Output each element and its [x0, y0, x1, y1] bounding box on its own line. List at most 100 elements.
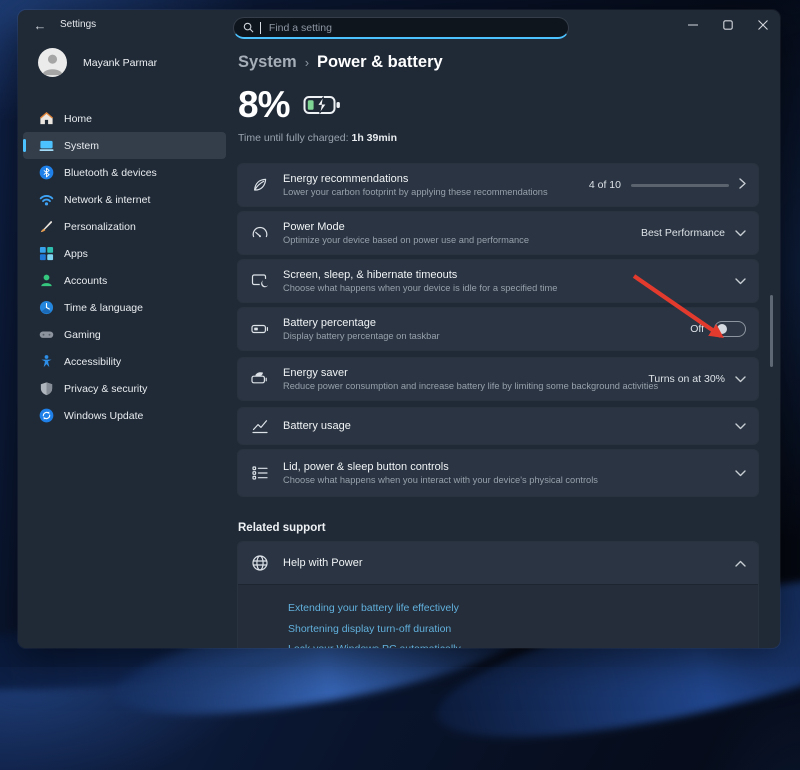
leaf-icon — [250, 175, 270, 195]
recommendations-count: 4 of 10 — [589, 179, 621, 191]
sidebar-item-label: Accessibility — [64, 356, 121, 368]
main-content: System › Power & battery 8% Time until f… — [238, 40, 758, 648]
chevron-up-icon — [735, 554, 746, 572]
card-power-mode[interactable]: Power Mode Optimize your device based on… — [238, 212, 758, 254]
card-subtitle: Reduce power consumption and increase ba… — [283, 381, 658, 391]
sidebar-item-label: Personalization — [64, 221, 136, 233]
card-subtitle: Choose what happens when you interact wi… — [283, 475, 598, 485]
related-support-heading: Related support — [238, 522, 758, 534]
support-link[interactable]: Extending your battery life effectively — [288, 603, 758, 614]
back-arrow-icon: ← — [34, 18, 47, 33]
back-button[interactable]: ← — [28, 15, 52, 35]
help-with-power-card[interactable]: Help with Power — [238, 542, 758, 585]
card-subtitle: Optimize your device based on power use … — [283, 235, 529, 245]
clock-globe-icon — [38, 300, 54, 316]
shield-icon — [38, 381, 54, 397]
support-link[interactable]: Lock your Windows PC automatically — [288, 644, 758, 648]
card-battery-usage[interactable]: Battery usage — [238, 408, 758, 444]
battery-icon — [250, 319, 270, 339]
sidebar-item-label: Windows Update — [64, 410, 143, 422]
card-screen-sleep-timeouts[interactable]: Screen, sleep, & hibernate timeouts Choo… — [238, 260, 758, 302]
sidebar-item-time-language[interactable]: Time & language — [23, 294, 226, 321]
apps-icon — [38, 246, 54, 262]
card-title: Battery percentage — [283, 317, 440, 329]
sidebar-item-accounts[interactable]: Accounts — [23, 267, 226, 294]
card-energy-saver[interactable]: Energy saver Reduce power consumption an… — [238, 358, 758, 400]
card-title: Energy saver — [283, 367, 658, 379]
home-icon — [38, 111, 54, 127]
maximize-button[interactable] — [710, 10, 745, 39]
chevron-right-icon — [739, 176, 746, 194]
card-subtitle: Display battery percentage on taskbar — [283, 331, 440, 341]
accessibility-icon — [38, 354, 54, 370]
breadcrumb-separator: › — [305, 55, 309, 70]
close-button[interactable] — [745, 10, 780, 39]
settings-window: ← Settings Mayank Parmar — [18, 10, 780, 648]
bluetooth-icon — [38, 165, 54, 181]
sidebar-item-apps[interactable]: Apps — [23, 240, 226, 267]
sidebar-item-network[interactable]: Network & internet — [23, 186, 226, 213]
sidebar: Mayank Parmar Home System Bluetooth & de… — [18, 40, 231, 648]
list-icon — [250, 463, 270, 483]
globe-help-icon — [250, 553, 270, 573]
sidebar-item-personalization[interactable]: Personalization — [23, 213, 226, 240]
recommendations-progress — [631, 184, 729, 187]
sidebar-item-label: Home — [64, 113, 92, 125]
card-title: Help with Power — [283, 557, 362, 569]
toggle-state-label: Off — [690, 323, 704, 335]
sidebar-item-bluetooth[interactable]: Bluetooth & devices — [23, 159, 226, 186]
profile-name: Mayank Parmar — [83, 57, 157, 69]
card-title: Screen, sleep, & hibernate timeouts — [283, 269, 557, 281]
card-energy-recommendations[interactable]: Energy recommendations Lower your carbon… — [238, 164, 758, 206]
sidebar-nav: Home System Bluetooth & devices Network … — [23, 105, 226, 429]
update-icon — [38, 408, 54, 424]
card-lid-power-controls[interactable]: Lid, power & sleep button controls Choos… — [238, 450, 758, 496]
chevron-down-icon — [735, 224, 746, 242]
minimize-button[interactable] — [675, 10, 710, 39]
chevron-down-icon — [735, 417, 746, 435]
power-mode-dropdown[interactable]: Best Performance — [641, 227, 725, 239]
chevron-down-icon — [735, 272, 746, 290]
battery-status: 8% — [238, 84, 758, 126]
breadcrumb: System › Power & battery — [238, 53, 758, 72]
card-battery-percentage[interactable]: Battery percentage Display battery perce… — [238, 308, 758, 350]
gauge-icon — [250, 223, 270, 243]
search-input[interactable] — [267, 21, 559, 35]
chevron-down-icon — [735, 370, 746, 388]
text-caret — [260, 22, 261, 34]
system-icon — [38, 138, 54, 154]
sidebar-item-label: System — [64, 140, 99, 152]
sidebar-item-label: Gaming — [64, 329, 101, 341]
help-with-power-section: Help with Power Extending your battery l… — [238, 542, 758, 648]
app-title: Settings — [60, 19, 96, 30]
search-box[interactable] — [233, 17, 569, 39]
avatar — [38, 48, 67, 77]
sidebar-item-accessibility[interactable]: Accessibility — [23, 348, 226, 375]
sidebar-item-gaming[interactable]: Gaming — [23, 321, 226, 348]
brush-icon — [38, 219, 54, 235]
card-subtitle: Choose what happens when your device is … — [283, 283, 557, 293]
close-icon — [758, 20, 768, 30]
card-title: Power Mode — [283, 221, 529, 233]
battery-percentage-toggle[interactable] — [714, 321, 746, 337]
sidebar-item-privacy[interactable]: Privacy & security — [23, 375, 226, 402]
energy-saver-dropdown[interactable]: Turns on at 30% — [648, 373, 725, 385]
sidebar-item-windows-update[interactable]: Windows Update — [23, 402, 226, 429]
card-title: Energy recommendations — [283, 173, 548, 185]
sidebar-item-home[interactable]: Home — [23, 105, 226, 132]
support-link[interactable]: Shortening display turn-off duration — [288, 624, 758, 635]
battery-percent: 8% — [238, 84, 289, 126]
battery-leaf-icon — [250, 369, 270, 389]
sidebar-item-label: Network & internet — [64, 194, 150, 206]
breadcrumb-system[interactable]: System — [238, 53, 297, 72]
sidebar-item-system[interactable]: System — [23, 132, 226, 159]
wifi-icon — [38, 192, 54, 208]
charge-time: Time until fully charged:1h 39min — [238, 132, 758, 144]
page-title: Power & battery — [317, 53, 443, 72]
scrollbar-thumb[interactable] — [770, 295, 773, 367]
profile[interactable]: Mayank Parmar — [38, 48, 157, 77]
sidebar-item-label: Privacy & security — [64, 383, 147, 395]
settings-cards: Energy recommendations Lower your carbon… — [238, 164, 758, 496]
battery-charging-icon — [303, 94, 343, 116]
sidebar-item-label: Bluetooth & devices — [64, 167, 157, 179]
